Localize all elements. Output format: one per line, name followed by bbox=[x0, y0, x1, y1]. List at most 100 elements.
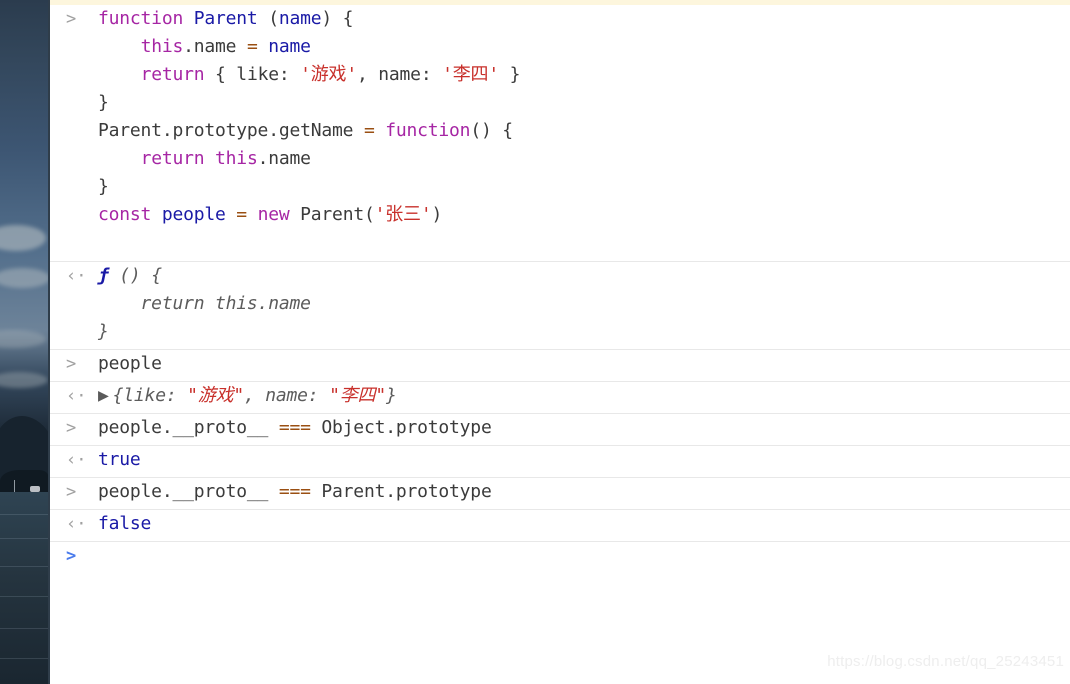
token: false bbox=[98, 513, 152, 534]
desktop-wallpaper bbox=[0, 0, 48, 684]
token: .name bbox=[257, 148, 311, 169]
console-entry-input: > people bbox=[50, 349, 1070, 378]
boat-mast bbox=[14, 480, 15, 492]
token: , name: bbox=[243, 385, 330, 406]
token: Parent.prototype bbox=[321, 481, 492, 502]
output-prompt-icon: ‹· bbox=[66, 450, 87, 470]
console-entry-input: > people.__proto__ === Object.prototype bbox=[50, 413, 1070, 442]
console-entry-input: > function Parent (name) { this.name = na… bbox=[50, 5, 1070, 229]
expand-triangle-icon[interactable]: ▶ bbox=[98, 382, 109, 410]
console-line: > people.__proto__ === Object.prototype bbox=[50, 414, 1070, 442]
token: const bbox=[98, 204, 162, 225]
token: = bbox=[246, 36, 269, 57]
console-entry-output: ‹· ▶ {like: "游戏", name: "李四"} bbox=[50, 381, 1070, 410]
token: Parent bbox=[193, 8, 269, 29]
token: } bbox=[98, 176, 109, 197]
console-line: this.name = name bbox=[50, 33, 1070, 61]
token: Parent.prototype.getName bbox=[98, 120, 364, 141]
console-line: } bbox=[50, 173, 1070, 201]
output-prompt-icon: ‹· bbox=[66, 266, 87, 286]
console-line-text: people.__proto__ === Parent.prototype bbox=[98, 478, 1070, 506]
devtools-console-screenshot: > function Parent (name) { this.name = na… bbox=[0, 0, 1070, 684]
input-prompt-icon: > bbox=[66, 9, 77, 29]
console-line: return this.name bbox=[50, 290, 1070, 318]
token: } bbox=[98, 321, 109, 342]
console-line: return { like: '游戏', name: '李四' } bbox=[50, 61, 1070, 89]
console-line: Parent.prototype.getName = function() { bbox=[50, 117, 1070, 145]
cloud-shape bbox=[0, 268, 48, 288]
token: === bbox=[278, 417, 322, 438]
console-entry-input: > people.__proto__ === Parent.prototype bbox=[50, 477, 1070, 506]
console-line: > function Parent (name) { bbox=[50, 5, 1070, 33]
console-line: > people.__proto__ === Parent.prototype bbox=[50, 478, 1070, 506]
token: name bbox=[278, 8, 322, 29]
token: , name: bbox=[357, 64, 443, 85]
console-line: ‹· ƒ () { bbox=[50, 262, 1070, 290]
console-line-text: } bbox=[98, 89, 1070, 117]
token: ƒ bbox=[98, 265, 109, 286]
console-line-text: ƒ () { bbox=[98, 262, 1070, 290]
console-line: > people bbox=[50, 350, 1070, 378]
console-line-text: } bbox=[98, 173, 1070, 201]
token: {like: bbox=[112, 385, 188, 406]
console-line-text: people bbox=[98, 350, 1070, 378]
token: Object.prototype bbox=[321, 417, 492, 438]
console-line: ‹· false bbox=[50, 510, 1070, 538]
token: = bbox=[236, 204, 258, 225]
console-line: ‹· ▶ {like: "游戏", name: "李四"} bbox=[50, 382, 1070, 410]
boat-sail bbox=[30, 486, 40, 492]
token: this bbox=[215, 148, 258, 169]
token: function bbox=[385, 120, 471, 141]
token: () { bbox=[470, 120, 513, 141]
console-line-text: return { like: '游戏', name: '李四' } bbox=[98, 61, 1070, 89]
token: "游戏" bbox=[187, 385, 244, 406]
token: === bbox=[278, 481, 322, 502]
token: } bbox=[98, 92, 109, 113]
console-line-text: return this.name bbox=[98, 145, 1070, 173]
active-prompt-icon[interactable]: > bbox=[50, 542, 98, 570]
console-entry-prompt[interactable]: > bbox=[50, 541, 1070, 570]
token: people bbox=[161, 204, 237, 225]
token: this bbox=[140, 36, 184, 57]
token: = bbox=[363, 120, 386, 141]
cloud-shape bbox=[0, 330, 46, 348]
console-line: } bbox=[50, 89, 1070, 117]
input-prompt-icon: > bbox=[66, 354, 77, 374]
token: name bbox=[268, 36, 311, 57]
console-entry-output: ‹· ƒ () { return this.name} bbox=[50, 261, 1070, 346]
console-line-text: } bbox=[98, 318, 1070, 346]
token: } bbox=[498, 64, 521, 85]
console-panel[interactable]: > function Parent (name) { this.name = na… bbox=[50, 0, 1070, 684]
token: } bbox=[385, 385, 397, 406]
token: ) bbox=[431, 204, 443, 225]
token: '游戏' bbox=[300, 64, 357, 85]
token: ( bbox=[268, 8, 279, 29]
token: ) { bbox=[321, 8, 354, 29]
token: people.__proto__ bbox=[98, 481, 279, 502]
token: "李四" bbox=[329, 385, 386, 406]
cloud-shape bbox=[0, 225, 46, 251]
console-line: } bbox=[50, 318, 1070, 346]
watermark-text: https://blog.csdn.net/qq_25243451 bbox=[827, 653, 1064, 670]
token: function bbox=[98, 8, 194, 29]
output-prompt-icon: ‹· bbox=[66, 386, 87, 406]
console-line: ‹· true bbox=[50, 446, 1070, 474]
console-line-text: people.__proto__ === Object.prototype bbox=[98, 414, 1070, 442]
output-prompt-icon: ‹· bbox=[66, 514, 87, 534]
token: '张三' bbox=[374, 204, 432, 225]
input-prompt-icon: > bbox=[66, 482, 77, 502]
console-line-text: ▶ {like: "游戏", name: "李四"} bbox=[98, 382, 1070, 410]
console-line-text: Parent.prototype.getName = function() { bbox=[98, 117, 1070, 145]
token: .name bbox=[183, 36, 247, 57]
token: true bbox=[98, 449, 141, 470]
token: new bbox=[257, 204, 301, 225]
console-line-text: function Parent (name) { bbox=[98, 5, 1070, 33]
console-line: const people = new Parent('张三') bbox=[50, 201, 1070, 229]
console-line-text: return this.name bbox=[98, 290, 1070, 318]
water-surface bbox=[0, 492, 48, 684]
token: () { bbox=[108, 265, 162, 286]
console-line-text: const people = new Parent('张三') bbox=[98, 201, 1070, 229]
